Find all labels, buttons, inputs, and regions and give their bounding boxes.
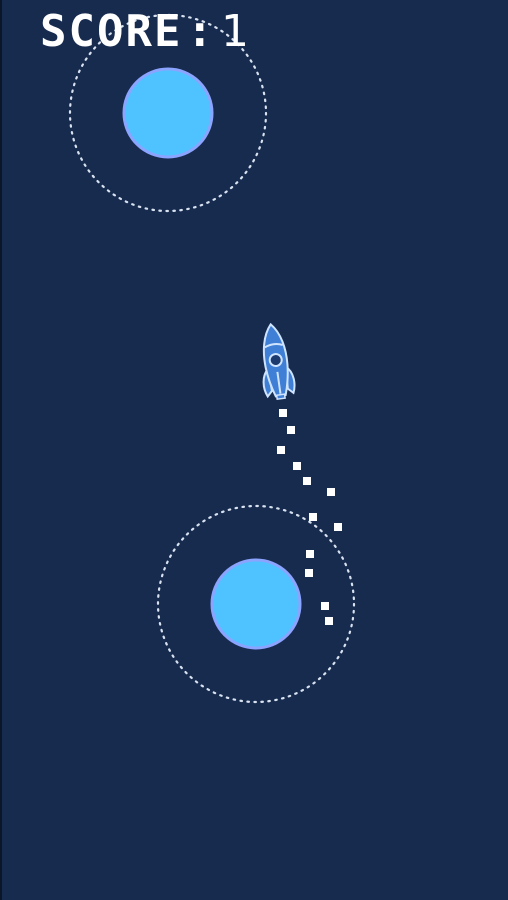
trail-particle — [321, 602, 329, 610]
planet-icon — [210, 558, 302, 650]
game-scene — [68, 13, 356, 704]
trail-particle — [309, 513, 317, 521]
trail-particle — [325, 617, 333, 625]
game-canvas[interactable]: SCORE: 1 — [0, 0, 508, 900]
rocket-icon[interactable] — [256, 322, 297, 401]
score-value: 1 — [220, 6, 251, 57]
trail-particle — [277, 446, 285, 454]
score-display: SCORE: 1 — [40, 6, 251, 58]
trail-particle — [305, 569, 313, 577]
trail-particle — [334, 523, 342, 531]
trail-particle — [306, 550, 314, 558]
score-label: SCORE — [40, 6, 183, 57]
planet-icon — [122, 67, 214, 159]
trail-particle — [327, 488, 335, 496]
trail-particle — [293, 462, 301, 470]
trail-particle — [303, 477, 311, 485]
trail-particle — [287, 426, 295, 434]
score-separator: : — [186, 6, 215, 57]
rocket-nozzle — [275, 393, 286, 401]
rocket-window — [268, 353, 283, 368]
trail-particle — [279, 409, 287, 417]
